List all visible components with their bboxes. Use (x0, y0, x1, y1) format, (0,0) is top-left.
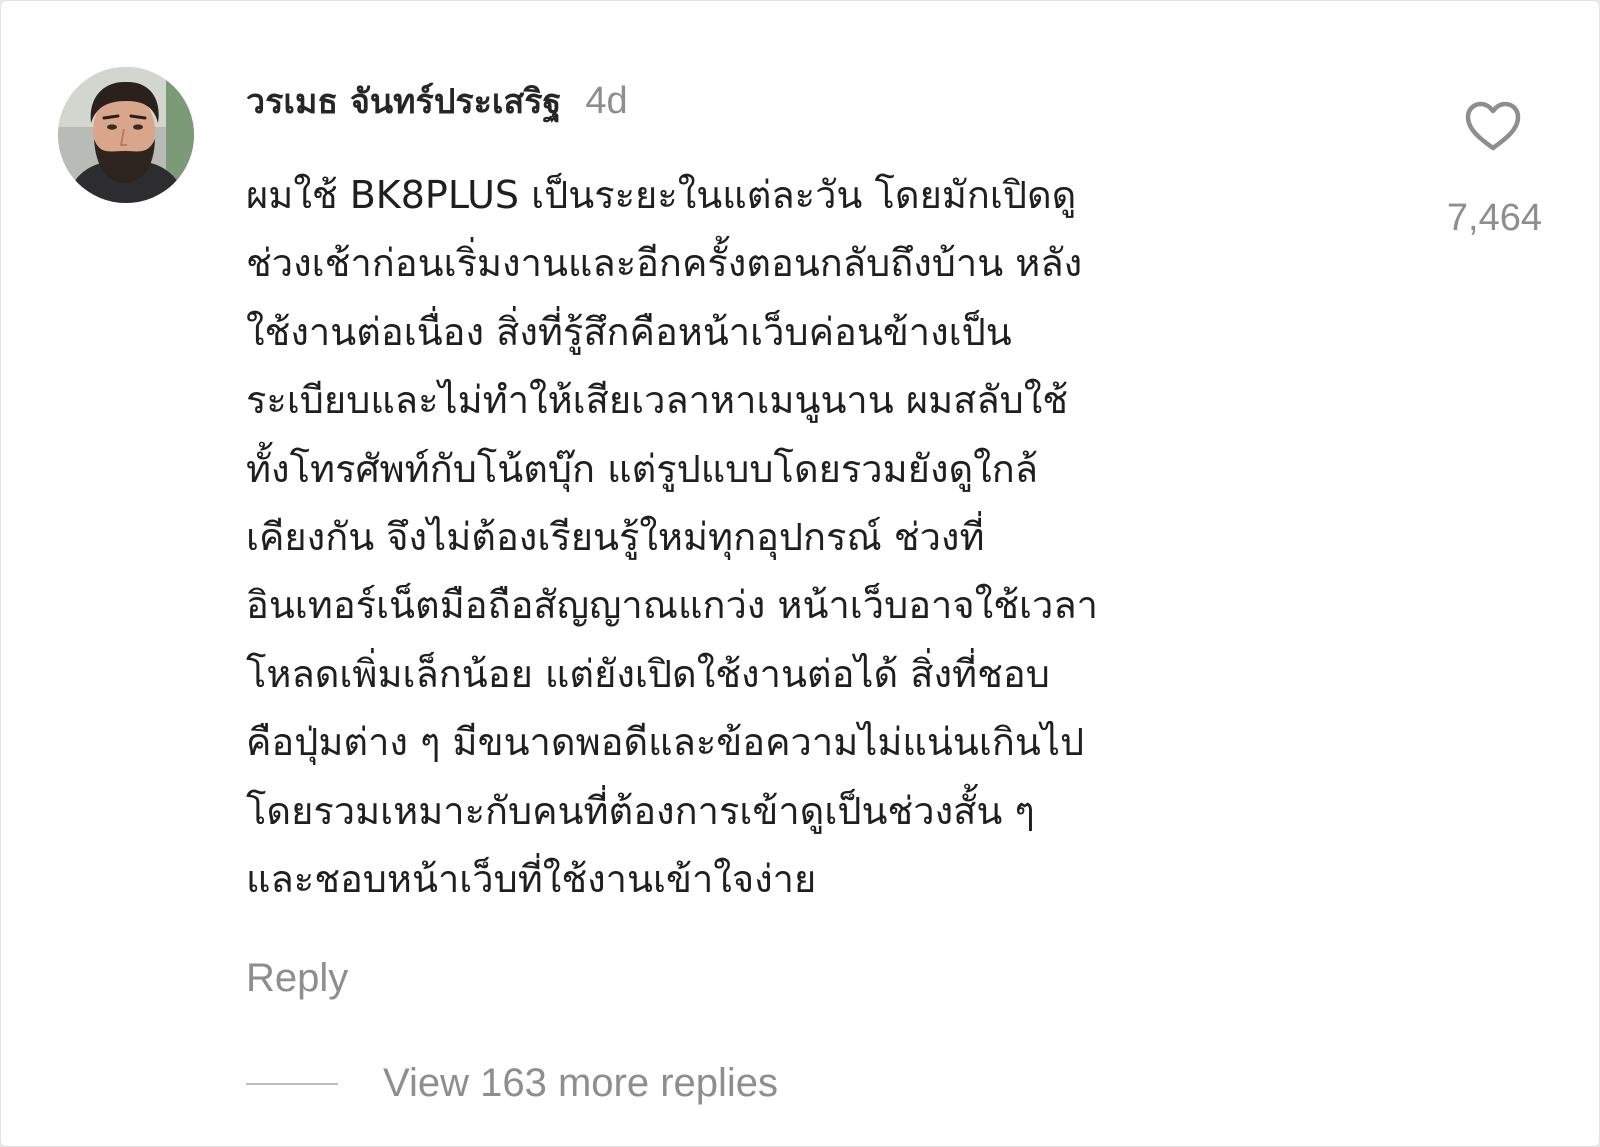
comment-line: ใช้งานต่อเนื่อง สิ่งที่รู้สึกคือหน้าเว็บ… (246, 309, 1012, 354)
comment-line: คือปุ่มต่าง ๆ มีขนาดพอดีและข้อความไม่แน่… (246, 720, 1085, 765)
avatar-portrait-icon (58, 67, 194, 203)
comment-card: วรเมธ จันทร์ประเสริฐ 4d ผมใช้ BK8PLUS เป… (0, 0, 1600, 1147)
heart-outline-icon[interactable] (1463, 99, 1523, 153)
comment-line: ผมใช้ BK8PLUS เป็นระยะในแต่ละวัน โดยมักเ… (246, 173, 1077, 217)
reply-button[interactable]: Reply (246, 956, 348, 1001)
avatar[interactable] (58, 67, 194, 203)
comment-line: ทั้งโทรศัพท์กับโน้ตบุ๊ก แต่รูปแบบโดยรวมย… (246, 446, 1039, 491)
comment-header: วรเมธ จันทร์ประเสริฐ 4d (246, 73, 628, 129)
comment-line: และชอบหน้าเว็บที่ใช้งานเข้าใจง่าย (246, 857, 817, 902)
comment-line: อินเทอร์เน็ตมือถือสัญญาณแกว่ง หน้าเว็บอา… (246, 583, 1098, 628)
view-replies-label: View 163 more replies (383, 1061, 779, 1105)
comment-line: ระเบียบและไม่ทำให้เสียเวลาหาเมนูนาน ผมสล… (246, 378, 1069, 423)
comment-line: เคียงกัน จึงไม่ต้องเรียนรู้ใหม่ทุกอุปกรณ… (246, 515, 985, 560)
comment-text: ผมใช้ BK8PLUS เป็นระยะในแต่ละวัน โดยมักเ… (246, 161, 1356, 913)
timestamp: 4d (585, 79, 628, 122)
username[interactable]: วรเมธ จันทร์ประเสริฐ (246, 74, 561, 128)
like-count: 7,464 (1446, 197, 1542, 239)
comment-line: ช่วงเช้าก่อนเริ่มงานและอีกครั้งตอนกลับถึ… (246, 241, 1083, 286)
replies-divider (246, 1082, 338, 1085)
comment-line: โหลดเพิ่มเล็กน้อย แต่ยังเปิดใช้งานต่อได้… (246, 651, 1050, 696)
view-replies-button[interactable]: View 163 more replies (246, 1061, 778, 1106)
comment-line: โดยรวมเหมาะกับคนที่ต้องการเข้าดูเป็นช่วง… (246, 788, 1035, 833)
